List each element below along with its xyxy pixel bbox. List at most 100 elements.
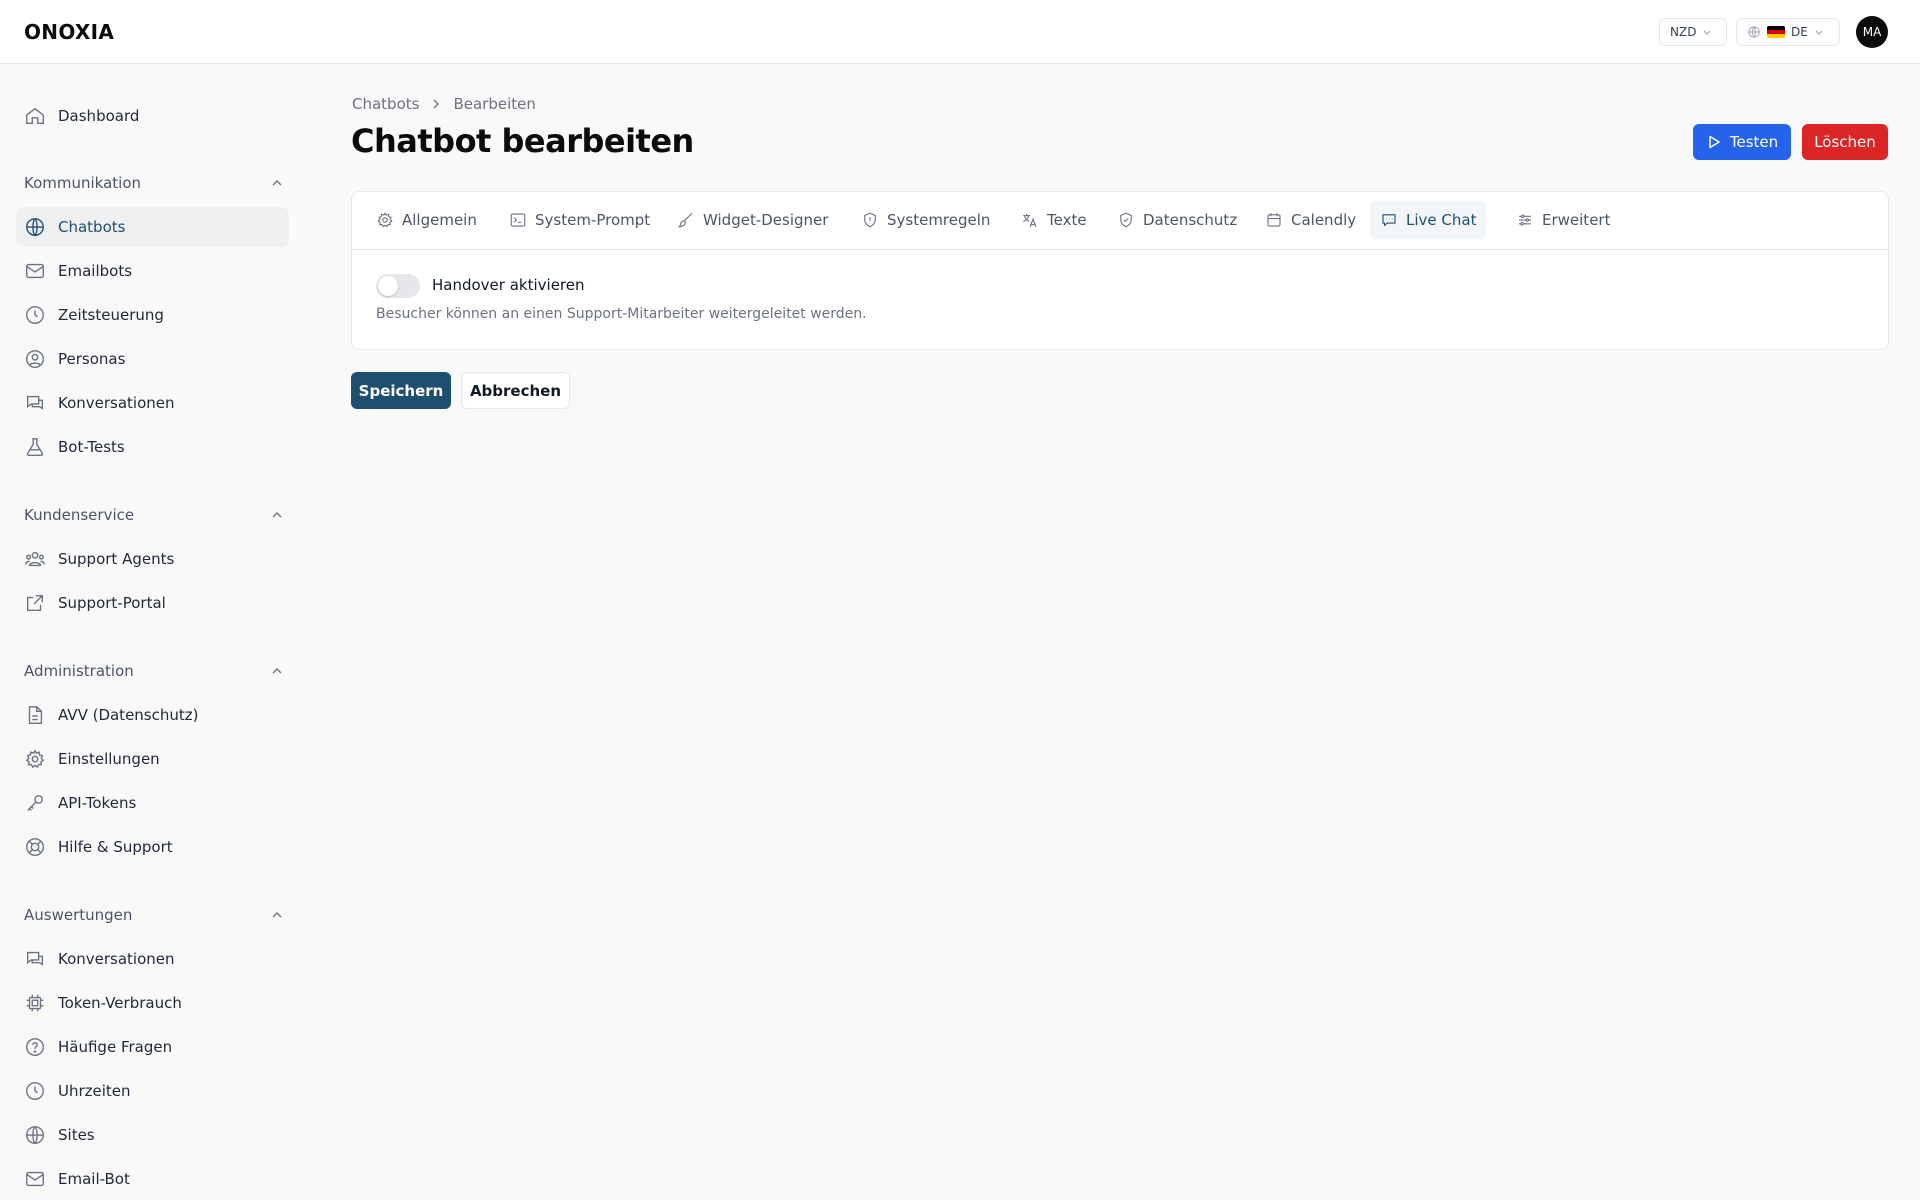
tab-widget-designer[interactable]: Widget-Designer <box>667 201 838 239</box>
sidebar-item-uhrzeiten[interactable]: Uhrzeiten <box>16 1071 289 1111</box>
sidebar: Dashboard Kommunikation Chatbots Emailbo… <box>0 64 300 1200</box>
tab-calendly[interactable]: Calendly <box>1255 201 1366 239</box>
globe-icon <box>1748 26 1760 38</box>
gear-icon <box>25 749 45 769</box>
section-title: Administration <box>24 662 134 680</box>
sidebar-item-label: AVV (Datenschutz) <box>58 706 199 724</box>
sidebar-item-label: Hilfe & Support <box>58 838 173 856</box>
chevron-up-icon <box>272 512 282 518</box>
breadcrumb-current: Bearbeiten <box>453 95 536 113</box>
question-icon <box>26 1038 44 1056</box>
globe-icon <box>26 1126 44 1144</box>
tab-label: Calendly <box>1291 211 1357 229</box>
tab-systemregeln[interactable]: Systemregeln <box>851 201 1000 239</box>
sidebar-item-chatbots[interactable]: Chatbots <box>16 207 289 247</box>
shield-alert-icon <box>864 212 876 228</box>
sidebar-item-label: Email-Bot <box>58 1170 130 1188</box>
sidebar-item-haeufige-fragen[interactable]: Häufige Fragen <box>16 1027 289 1067</box>
sidebar-item-label: Konversationen <box>58 394 175 412</box>
sidebar-item-api-tokens[interactable]: API-Tokens <box>16 783 289 823</box>
section-auswertungen[interactable]: Auswertungen <box>24 903 284 927</box>
users-icon <box>25 551 45 567</box>
tab-label: Widget-Designer <box>703 211 829 229</box>
sidebar-item-support-agents[interactable]: Support Agents <box>16 539 289 579</box>
sidebar-item-support-portal[interactable]: Support-Portal <box>16 583 289 623</box>
mail-icon <box>26 263 44 279</box>
section-title: Kommunikation <box>24 174 142 192</box>
sidebar-item-personas[interactable]: Personas <box>16 339 289 379</box>
chevron-up-icon <box>272 668 282 674</box>
sidebar-item-label: Token-Verbrauch <box>58 994 182 1012</box>
language-value: DE <box>1791 25 1808 39</box>
section-kommunikation[interactable]: Kommunikation <box>24 171 284 195</box>
settings-card: Allgemein System-Prompt Widget-Designer … <box>351 191 1889 350</box>
sidebar-item-konversationen-stats[interactable]: Konversationen <box>16 939 289 979</box>
globe-icon <box>26 218 44 236</box>
sidebar-item-label: Konversationen <box>58 950 175 968</box>
section-administration[interactable]: Administration <box>24 659 284 683</box>
terminal-icon <box>510 213 526 227</box>
tab-label: Allgemein <box>402 211 477 229</box>
handover-toggle[interactable] <box>376 274 420 298</box>
test-button-label: Testen <box>1729 133 1779 151</box>
sidebar-item-zeitsteuerung[interactable]: Zeitsteuerung <box>16 295 289 335</box>
chevron-up-icon <box>272 180 282 186</box>
tab-live-chat[interactable]: Live Chat <box>1370 201 1487 239</box>
user-circle-icon <box>26 350 44 368</box>
chevron-right-icon <box>433 99 440 109</box>
breadcrumb-link-chatbots[interactable]: Chatbots <box>352 95 419 113</box>
tab-allgemein[interactable]: Allgemein <box>366 201 487 239</box>
gear-icon <box>377 212 393 228</box>
currency-value: NZD <box>1670 25 1697 39</box>
tab-system-prompt[interactable]: System-Prompt <box>499 201 660 239</box>
save-button-label: Speichern <box>358 381 444 400</box>
delete-button-label: Löschen <box>1814 133 1876 151</box>
sidebar-item-label: Personas <box>58 350 126 368</box>
cancel-button[interactable]: Abbrechen <box>461 372 570 409</box>
chat-icon <box>26 395 44 410</box>
handover-label: Handover aktivieren <box>432 276 585 294</box>
tab-erweitert[interactable]: Erweitert <box>1506 201 1620 239</box>
delete-button[interactable]: Löschen <box>1802 124 1888 160</box>
sidebar-item-avv[interactable]: AVV (Datenschutz) <box>16 695 289 735</box>
currency-selector[interactable]: NZD <box>1659 18 1727 46</box>
chevron-up-icon <box>272 912 282 918</box>
brush-icon <box>677 212 693 228</box>
tab-label: Erweitert <box>1542 211 1611 229</box>
sidebar-item-email-bot[interactable]: Email-Bot <box>16 1159 289 1199</box>
section-title: Kundenservice <box>24 506 135 524</box>
sidebar-item-bot-tests[interactable]: Bot-Tests <box>16 427 289 467</box>
tab-label: Texte <box>1047 211 1087 229</box>
sidebar-item-einstellungen[interactable]: Einstellungen <box>16 739 289 779</box>
sidebar-item-label: Support-Portal <box>58 594 166 612</box>
external-link-icon <box>26 594 44 612</box>
cancel-button-label: Abbrechen <box>469 381 562 400</box>
tab-datenschutz[interactable]: Datenschutz <box>1107 201 1247 239</box>
sidebar-item-dashboard[interactable]: Dashboard <box>16 96 289 136</box>
tab-label: Datenschutz <box>1143 211 1238 229</box>
tab-texte[interactable]: Texte <box>1011 201 1097 239</box>
toggle-knob <box>378 276 398 296</box>
shield-check-icon <box>1120 212 1132 228</box>
chat-bubble-icon <box>1382 214 1396 227</box>
sidebar-item-label: Uhrzeiten <box>58 1082 131 1100</box>
flask-icon <box>26 438 44 456</box>
language-selector[interactable]: DE <box>1736 18 1840 46</box>
flag-de-icon <box>1767 26 1785 38</box>
save-button[interactable]: Speichern <box>351 372 451 409</box>
test-button[interactable]: Testen <box>1693 124 1791 160</box>
sidebar-item-hilfe-support[interactable]: Hilfe & Support <box>16 827 289 867</box>
sidebar-item-token-verbrauch[interactable]: Token-Verbrauch <box>16 983 289 1023</box>
tab-label: Live Chat <box>1406 211 1477 229</box>
tab-bar: Allgemein System-Prompt Widget-Designer … <box>352 192 1888 250</box>
sidebar-item-label: Support Agents <box>58 550 175 568</box>
avatar[interactable]: MA <box>1856 16 1888 48</box>
sidebar-item-label: Häufige Fragen <box>58 1038 173 1056</box>
section-kundenservice[interactable]: Kundenservice <box>24 503 284 527</box>
sidebar-item-emailbots[interactable]: Emailbots <box>16 251 289 291</box>
handover-description: Besucher können an einen Support-Mitarbe… <box>376 306 867 322</box>
top-bar: ONOXIA NZD DE MA <box>0 0 1920 64</box>
sidebar-item-sites[interactable]: Sites <box>16 1115 289 1155</box>
app-logo[interactable]: ONOXIA <box>24 20 114 44</box>
sidebar-item-konversationen[interactable]: Konversationen <box>16 383 289 423</box>
